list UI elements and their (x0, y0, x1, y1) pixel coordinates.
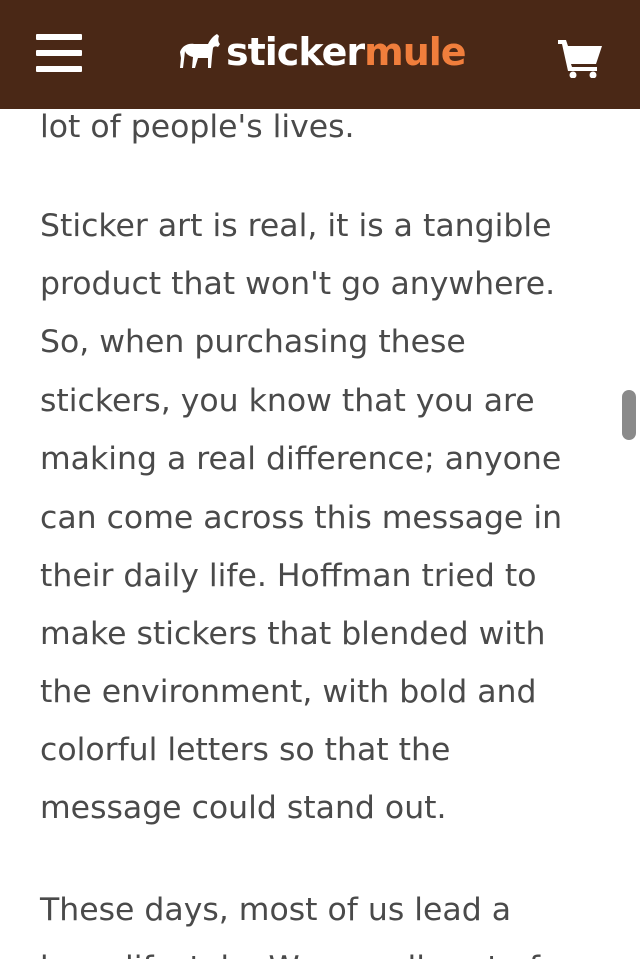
logo-mule-text: mule (364, 30, 466, 74)
paragraph-3-line: busy lifestyle. We are all part of (40, 939, 540, 959)
paragraph-2-line: colorful letters so that the (40, 732, 451, 768)
scrollbar-thumb[interactable] (622, 390, 636, 440)
stickermule-logo[interactable]: stickermule (178, 28, 467, 76)
paragraph-2-line: make stickers that blended with (40, 616, 546, 652)
paragraph-2-line: their daily life. Hoffman tried to (40, 558, 537, 594)
paragraph-2-line: can come across this message in (40, 500, 563, 536)
paragraph-3-line: These days, most of us lead a (40, 892, 512, 928)
mule-icon (180, 34, 220, 68)
paragraph-2-line: making a real difference; anyone (40, 441, 562, 477)
paragraph-2-line: message could stand out. (40, 790, 447, 826)
hamburger-menu-icon[interactable] (36, 32, 82, 74)
paragraph-2-line: product that won't go anywhere. (40, 266, 556, 302)
logo-wordmark: stickermule (226, 28, 467, 76)
paragraph-2-line: So, when purchasing these (40, 324, 466, 360)
logo-sticker-text: sticker (226, 30, 365, 74)
paragraph-2-line: Sticker art is real, it is a tangible (40, 208, 552, 244)
site-header: stickermule (0, 0, 640, 109)
paragraph-2-line: stickers, you know that you are (40, 383, 535, 419)
shopping-cart-icon[interactable] (556, 36, 604, 79)
paragraph-2-line: the environment, with bold and (40, 674, 537, 710)
